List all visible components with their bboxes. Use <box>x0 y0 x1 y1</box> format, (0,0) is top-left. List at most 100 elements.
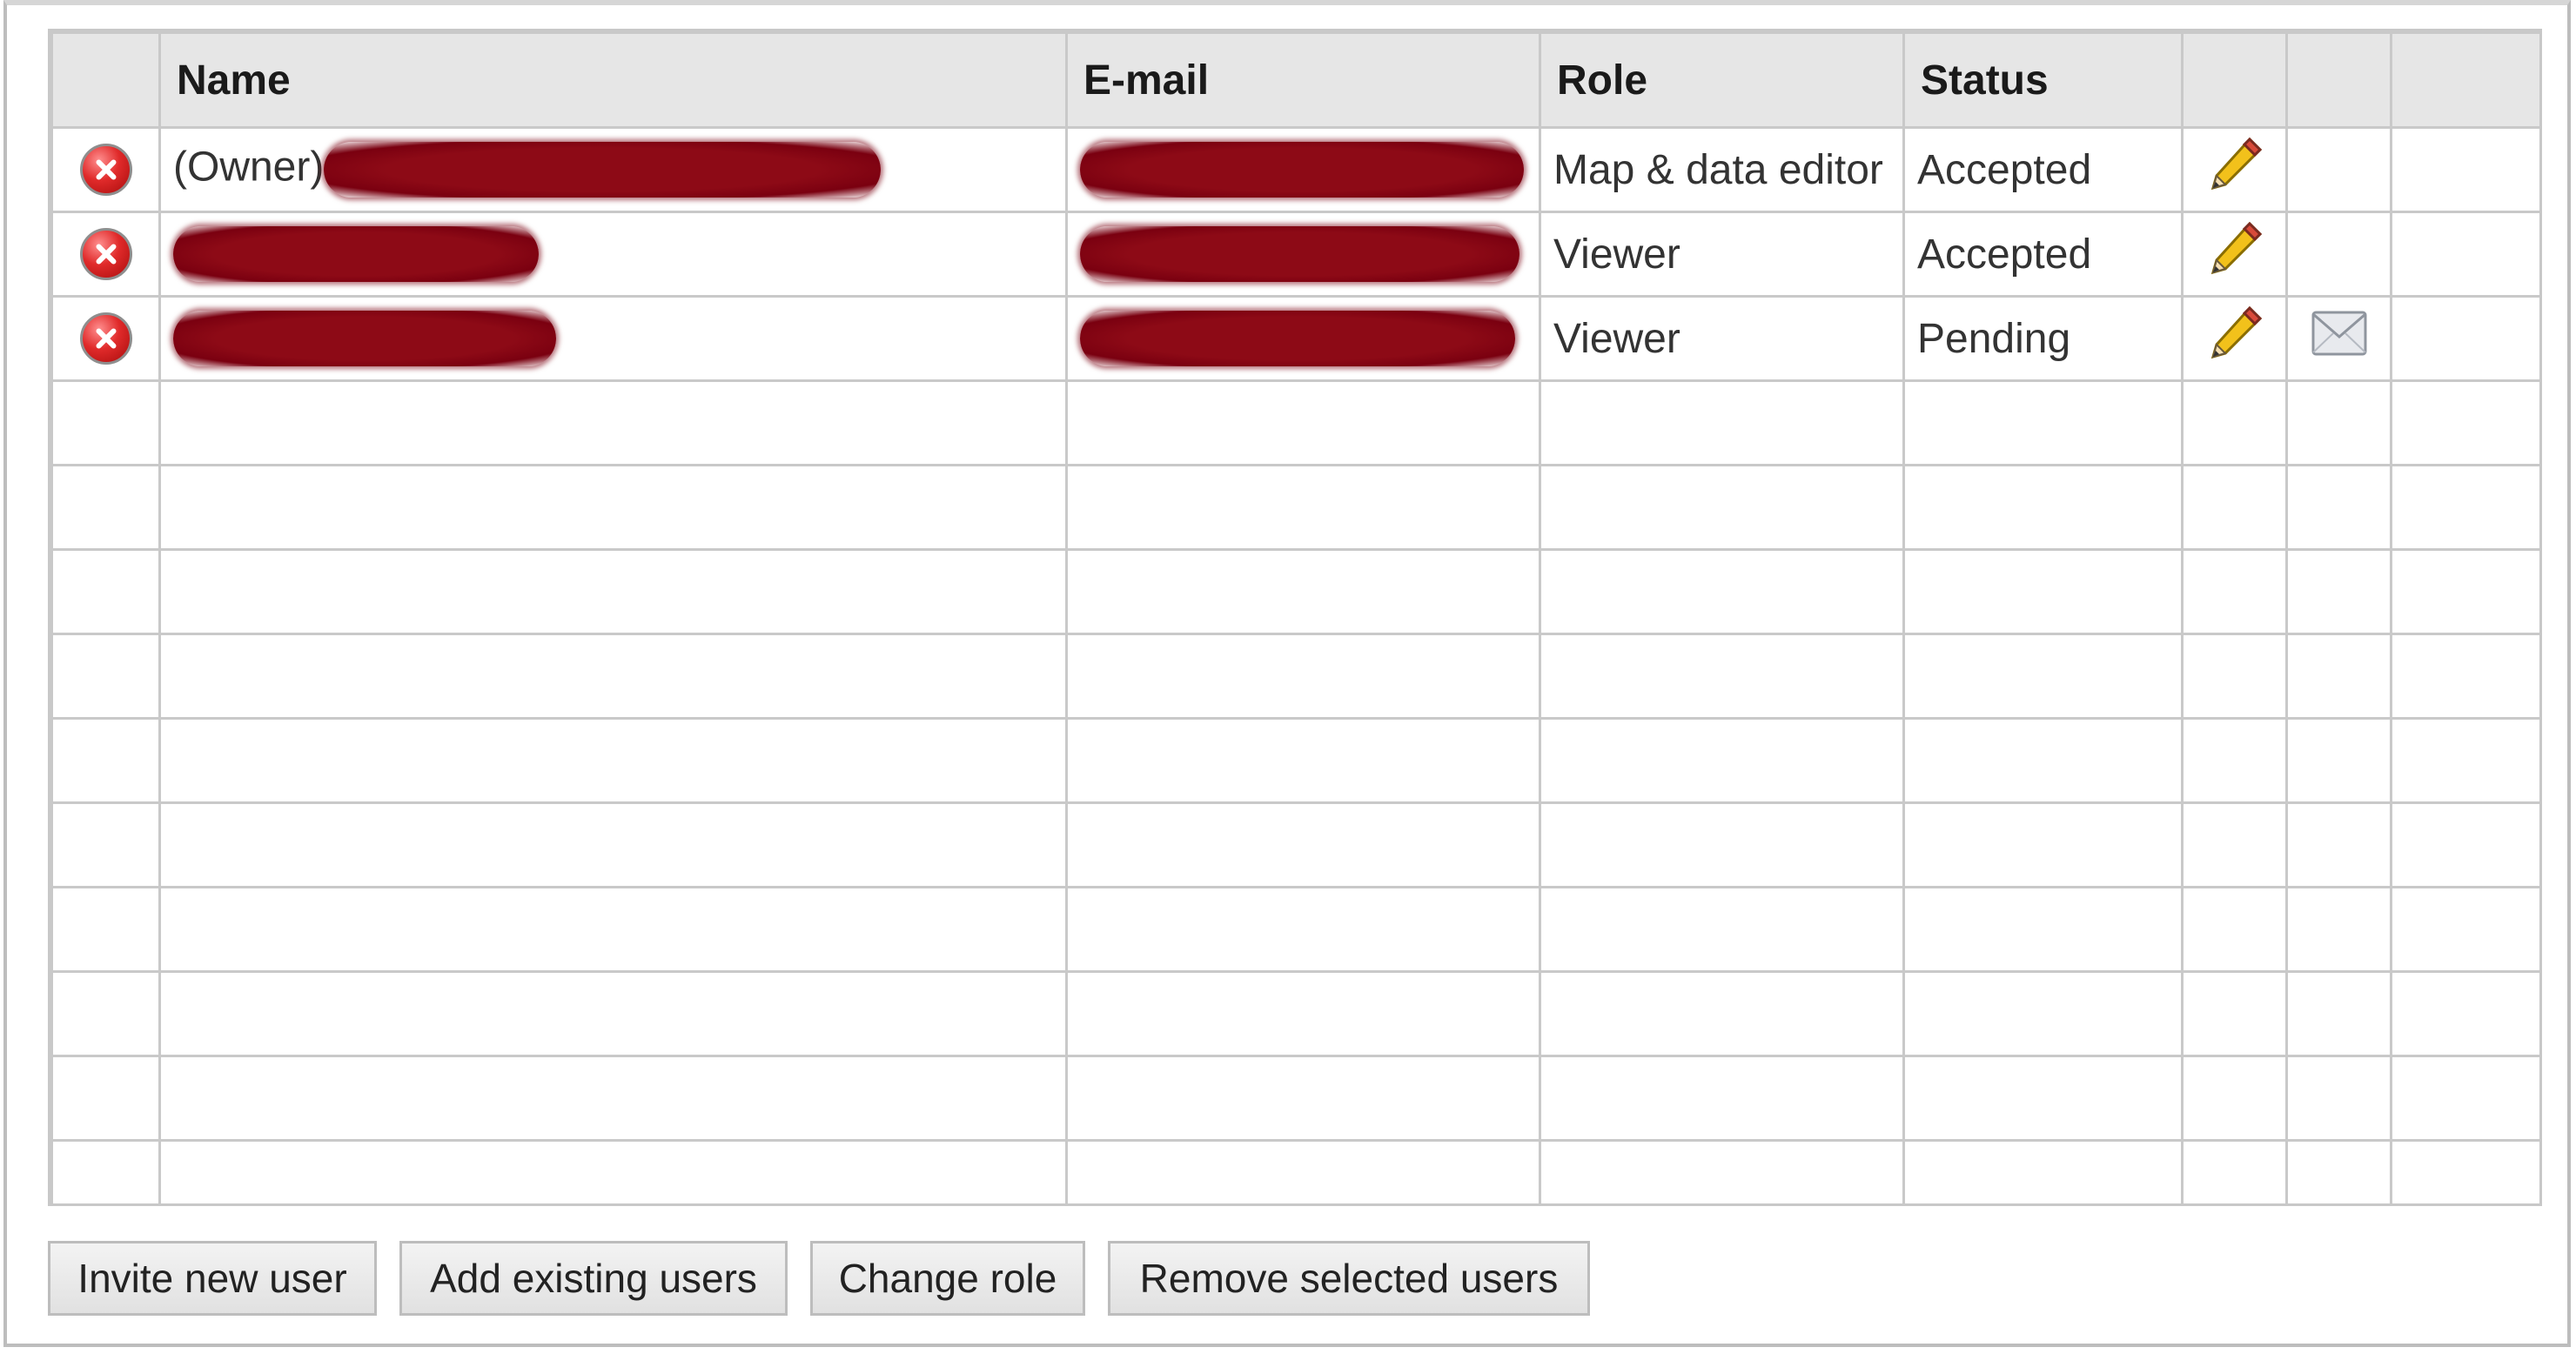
header-email[interactable]: E-mail <box>1065 31 1541 129</box>
empty-row <box>50 717 2539 804</box>
empty-cell <box>158 970 1068 1057</box>
pencil-icon[interactable] <box>2204 218 2265 290</box>
empty-row <box>50 970 2539 1057</box>
empty-cell <box>1065 633 1541 720</box>
empty-cell <box>1065 717 1541 804</box>
pencil-icon[interactable] <box>2204 303 2265 374</box>
remove-user-icon[interactable] <box>79 144 132 197</box>
add-existing-users-button[interactable]: Add existing users <box>399 1241 788 1316</box>
envelope-icon[interactable] <box>2311 307 2368 370</box>
empty-cell <box>2285 801 2392 888</box>
empty-cell <box>1902 801 2184 888</box>
table-row[interactable]: Viewer Pending <box>50 295 2539 382</box>
empty-cell <box>2285 970 2392 1057</box>
empty-cell <box>50 1055 161 1142</box>
empty-cell <box>2181 717 2288 804</box>
empty-cell <box>1065 1055 1541 1142</box>
empty-cell <box>1065 548 1541 635</box>
empty-cell <box>2285 464 2392 551</box>
empty-cell <box>2181 379 2288 466</box>
empty-cell <box>2285 548 2392 635</box>
empty-cell <box>2285 886 2392 973</box>
empty-cell <box>2390 1055 2539 1142</box>
empty-cell <box>50 886 161 973</box>
empty-cell <box>1539 970 1905 1057</box>
empty-cell <box>158 801 1068 888</box>
email-cell <box>1065 295 1541 382</box>
owner-prefix: (Owner) <box>173 144 325 191</box>
table-row[interactable]: (Owner) Map & data editor Accepted <box>50 126 2539 213</box>
empty-cell <box>2390 1139 2539 1203</box>
empty-cell <box>1539 548 1905 635</box>
empty-cell <box>2181 633 2288 720</box>
role-cell: Map & data editor <box>1539 126 1905 213</box>
table-header-row: Name E-mail Role Status <box>50 31 2539 129</box>
empty-cell <box>1539 886 1905 973</box>
resend-cell <box>2285 126 2392 213</box>
empty-cell <box>1902 548 2184 635</box>
empty-cell <box>1902 970 2184 1057</box>
empty-cell <box>2390 886 2539 973</box>
empty-cell <box>1902 633 2184 720</box>
empty-row <box>50 464 2539 551</box>
change-role-button[interactable]: Change role <box>810 1241 1085 1316</box>
header-resend <box>2285 31 2392 129</box>
empty-cell <box>1539 464 1905 551</box>
pencil-icon[interactable] <box>2204 134 2265 205</box>
empty-cell <box>2285 633 2392 720</box>
redacted-name <box>324 142 882 198</box>
edit-cell <box>2181 211 2288 298</box>
empty-cell <box>50 548 161 635</box>
empty-cell <box>2285 1139 2392 1203</box>
remove-cell <box>50 126 161 213</box>
header-edit <box>2181 31 2288 129</box>
email-cell <box>1065 211 1541 298</box>
empty-cell <box>1902 379 2184 466</box>
empty-cell <box>2181 464 2288 551</box>
empty-cell <box>1902 717 2184 804</box>
email-cell <box>1065 126 1541 213</box>
header-role[interactable]: Role <box>1539 31 1905 129</box>
extra-cell <box>2390 295 2539 382</box>
name-cell: (Owner) <box>158 126 1068 213</box>
empty-cell <box>50 379 161 466</box>
empty-cell <box>1065 1139 1541 1203</box>
resend-cell <box>2285 211 2392 298</box>
empty-row <box>50 379 2539 466</box>
extra-cell <box>2390 211 2539 298</box>
empty-cell <box>2285 379 2392 466</box>
empty-cell <box>1065 886 1541 973</box>
extra-cell <box>2390 126 2539 213</box>
empty-cell <box>158 886 1068 973</box>
edit-cell <box>2181 126 2288 213</box>
name-cell <box>158 211 1068 298</box>
redacted-email <box>1080 226 1519 282</box>
empty-cell <box>2390 548 2539 635</box>
empty-cell <box>2181 970 2288 1057</box>
empty-cell <box>1539 633 1905 720</box>
header-name[interactable]: Name <box>158 31 1068 129</box>
remove-user-icon[interactable] <box>79 228 132 281</box>
empty-cell <box>1902 1139 2184 1203</box>
empty-cell <box>50 464 161 551</box>
invite-new-user-button[interactable]: Invite new user <box>48 1241 377 1316</box>
redacted-email <box>1080 311 1515 366</box>
empty-cell <box>2181 1139 2288 1203</box>
remove-user-icon[interactable] <box>79 312 132 365</box>
empty-cell <box>1902 1055 2184 1142</box>
table-row[interactable]: Viewer Accepted <box>50 211 2539 298</box>
empty-cell <box>1065 464 1541 551</box>
empty-cell <box>158 464 1068 551</box>
empty-cell <box>1539 801 1905 888</box>
empty-cell <box>50 633 161 720</box>
empty-cell <box>158 1139 1068 1203</box>
empty-cell <box>158 379 1068 466</box>
empty-cell <box>2390 633 2539 720</box>
empty-cell <box>1902 464 2184 551</box>
remove-cell <box>50 295 161 382</box>
empty-row <box>50 801 2539 888</box>
header-remove <box>50 31 161 129</box>
header-status[interactable]: Status <box>1902 31 2184 129</box>
name-cell <box>158 295 1068 382</box>
remove-selected-users-button[interactable]: Remove selected users <box>1108 1241 1590 1316</box>
